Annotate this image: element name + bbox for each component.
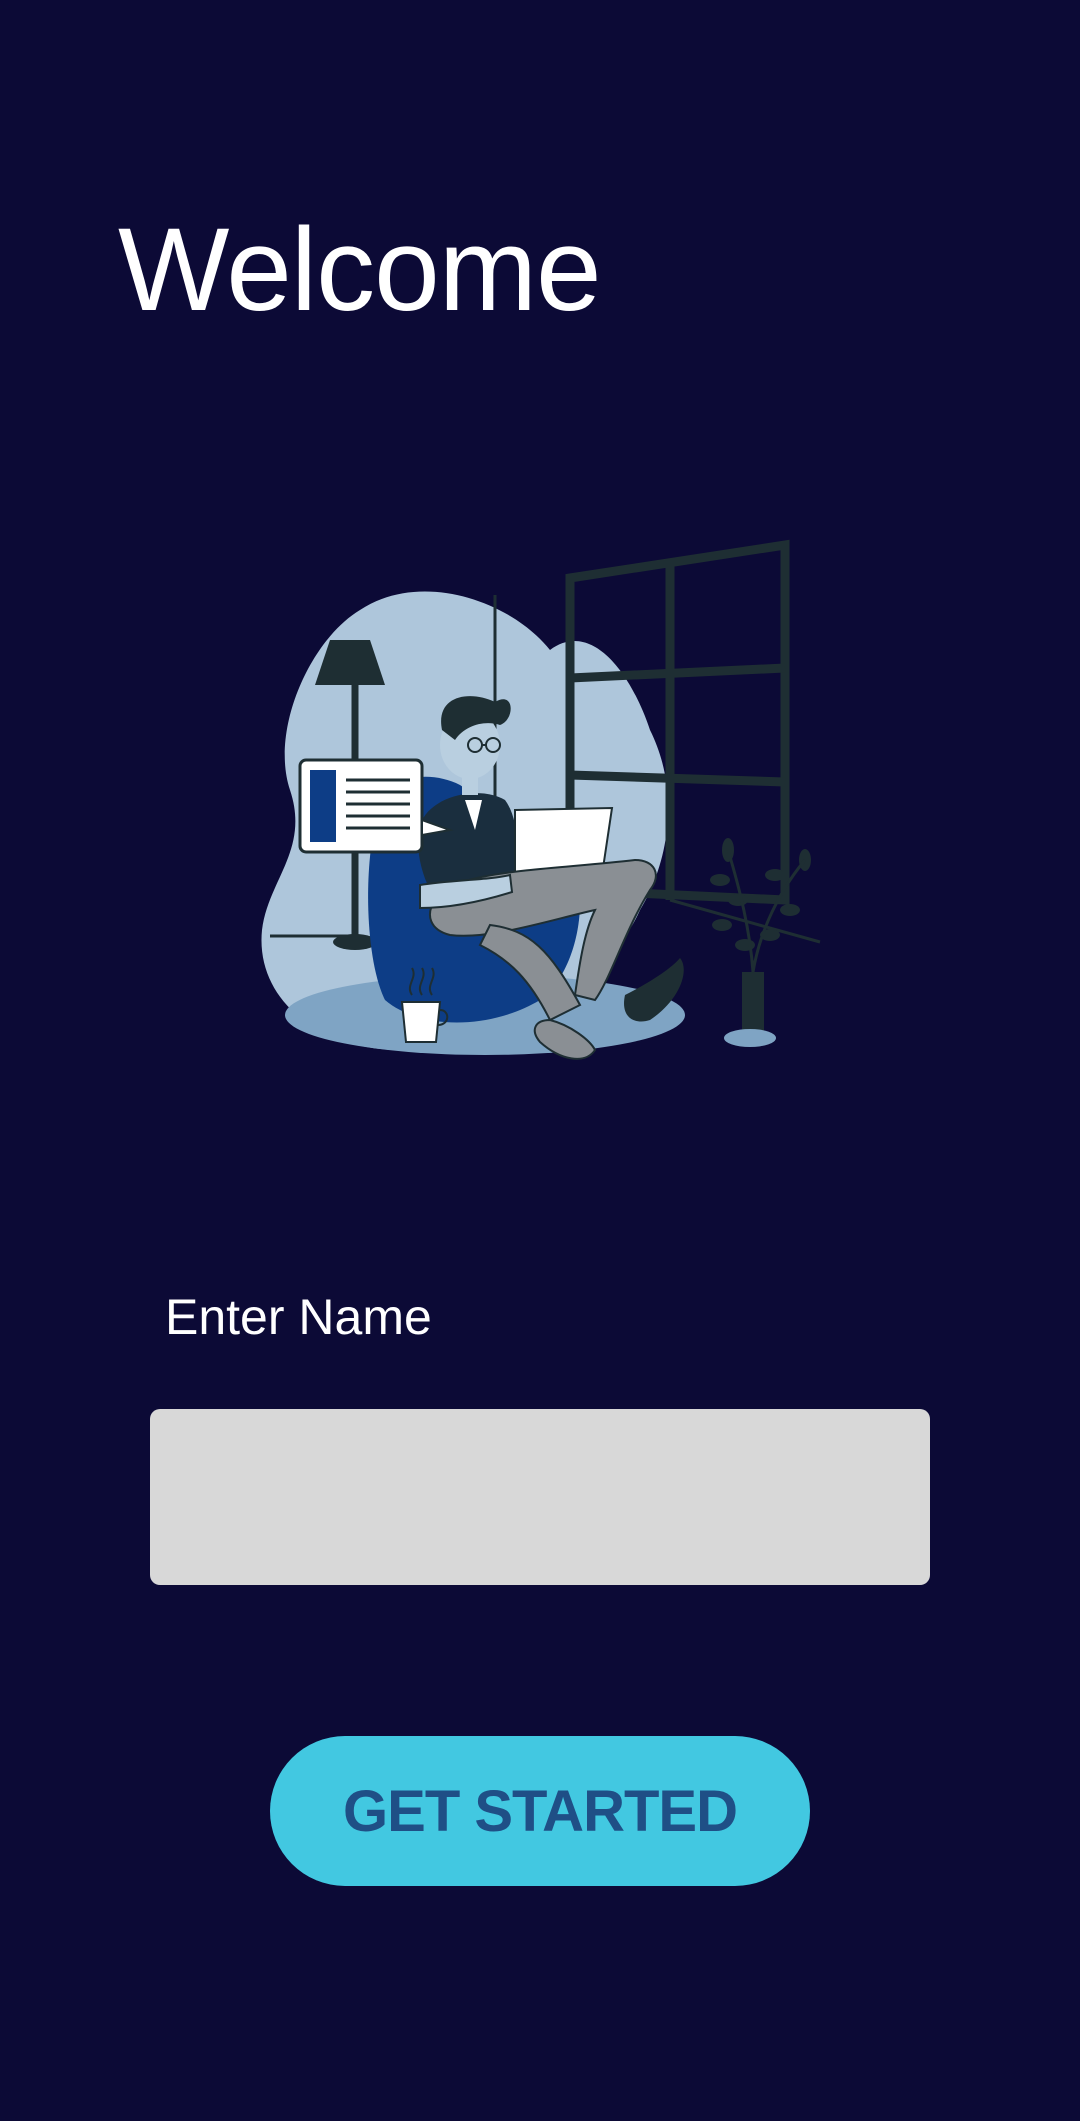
welcome-screen: Welcome Enter Name GET STARTED — [0, 0, 1080, 2121]
name-label: Enter Name — [165, 1289, 432, 1345]
name-input[interactable] — [150, 1409, 930, 1585]
page-title: Welcome — [118, 204, 602, 336]
get-started-button[interactable]: GET STARTED — [270, 1736, 810, 1886]
person-with-laptop-illustration — [261, 539, 821, 1060]
